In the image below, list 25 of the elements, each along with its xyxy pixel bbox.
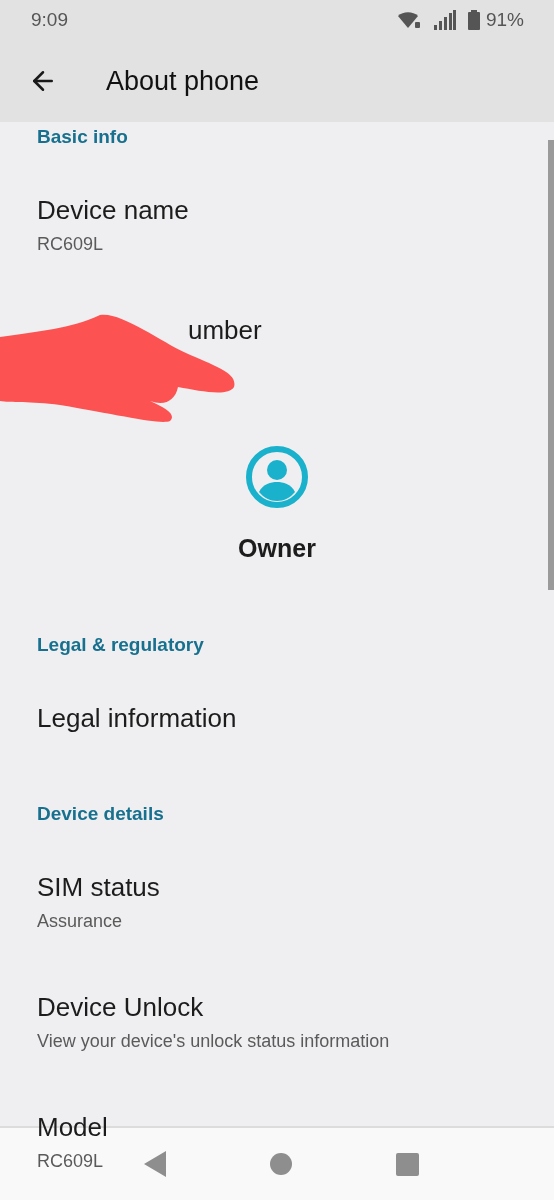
section-header: Device details [37,802,164,826]
setting-summary: View your device's unlock status information [37,1030,390,1053]
setting-summary: RC609L [37,233,104,256]
battery-percent: 91% [485,9,524,31]
setting-title[interactable]: Legal information [37,701,237,735]
setting-title[interactable]: umber [188,313,262,347]
section-header: Basic info [37,125,128,149]
setting-summary: Assurance [37,910,123,933]
section-header: Legal & regulatory [37,633,204,657]
setting-title[interactable]: Model [37,1110,108,1144]
home-nav-icon[interactable] [269,1153,292,1175]
setting-title[interactable]: Device name [37,193,189,227]
recents-nav-icon[interactable] [395,1152,419,1176]
owner-name[interactable]: Owner [238,532,316,564]
wifi-icon [397,11,422,29]
signal-icon [433,10,456,30]
scrollbar[interactable] [548,140,554,590]
status-time: 9:09 [31,9,69,31]
back-nav-icon[interactable] [143,1151,166,1177]
account-icon [246,446,308,508]
page-title: About phone [106,65,260,97]
setting-title[interactable]: SIM status [37,870,160,904]
setting-title[interactable]: Device Unlock [37,990,204,1024]
setting-summary: RC609L [37,1150,104,1173]
battery-icon [467,10,480,30]
